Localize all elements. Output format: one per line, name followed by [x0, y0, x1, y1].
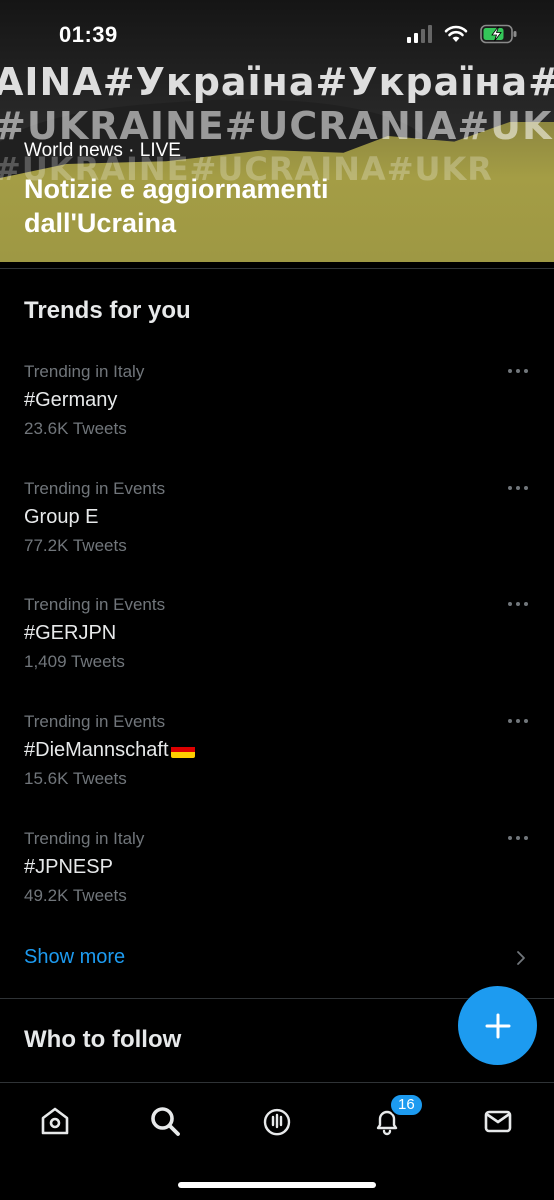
trend-name: #GERJPN [24, 622, 117, 644]
more-options-icon[interactable] [508, 716, 528, 726]
trend-count: 15.6K Tweets [24, 769, 127, 788]
trend-name: Group E [24, 506, 99, 528]
status-time: 01:39 [59, 22, 118, 47]
battery-charging-icon [480, 24, 517, 44]
trend-item[interactable]: Trending in Events #DieMannschaft 15.6K … [0, 712, 554, 828]
trend-meta: Trending in Events [24, 479, 166, 498]
messages-icon [484, 1110, 512, 1133]
trend-item[interactable]: Trending in Events #GERJPN 1,409 Tweets [0, 595, 554, 711]
trend-meta: Trending in Italy [24, 829, 145, 848]
trend-item[interactable]: Trending in Italy #Germany 23.6K Tweets [0, 362, 554, 478]
trend-name: #JPNESP [24, 856, 113, 878]
banner-title: Notizie e aggiornamenti dall'Ucraina [24, 174, 329, 238]
banner-subtitle: World news · LIVE [24, 140, 181, 161]
trend-count: 77.2K Tweets [24, 536, 127, 555]
more-options-icon[interactable] [508, 366, 528, 376]
more-options-icon[interactable] [508, 599, 528, 609]
trend-meta: Trending in Events [24, 595, 166, 614]
trends-title: Trends for you [24, 297, 191, 324]
trend-name: #DieMannschaft [24, 739, 195, 762]
tab-home[interactable] [35, 1101, 75, 1141]
trend-count: 1,409 Tweets [24, 652, 125, 671]
search-icon [151, 1107, 180, 1136]
show-more-link[interactable]: Show more [24, 946, 125, 969]
spaces-icon [263, 1108, 291, 1136]
more-options-icon[interactable] [508, 833, 528, 843]
banner-hashtag-line: AINA#Україна#Україна# [0, 60, 554, 104]
cellular-signal-icon [407, 25, 432, 43]
trend-count: 49.2K Tweets [24, 886, 127, 905]
status-bar: 01:39 [0, 0, 554, 66]
notifications-badge: 16 [389, 1093, 424, 1117]
who-to-follow-title: Who to follow [24, 1026, 182, 1053]
tab-spaces[interactable] [257, 1101, 297, 1141]
german-flag-icon [170, 741, 195, 758]
trend-item[interactable]: Trending in Italy #JPNESP 49.2K Tweets [0, 829, 554, 945]
home-icon [41, 1107, 69, 1135]
trend-count: 23.6K Tweets [24, 419, 127, 438]
divider [0, 268, 554, 269]
compose-tweet-button[interactable] [458, 986, 537, 1065]
trend-meta: Trending in Events [24, 712, 166, 731]
trend-name: #Germany [24, 389, 118, 411]
trend-meta: Trending in Italy [24, 362, 145, 381]
plus-icon [485, 1013, 510, 1038]
tab-messages[interactable] [478, 1101, 518, 1141]
trend-item[interactable]: Trending in Events Group E 77.2K Tweets [0, 479, 554, 595]
status-icons [407, 24, 518, 44]
more-options-icon[interactable] [508, 483, 528, 493]
wifi-icon [444, 25, 468, 42]
trend-name-text: #DieMannschaft [24, 739, 169, 761]
tab-search[interactable] [145, 1101, 185, 1141]
home-indicator [178, 1182, 376, 1188]
chevron-right-icon[interactable] [516, 950, 526, 966]
